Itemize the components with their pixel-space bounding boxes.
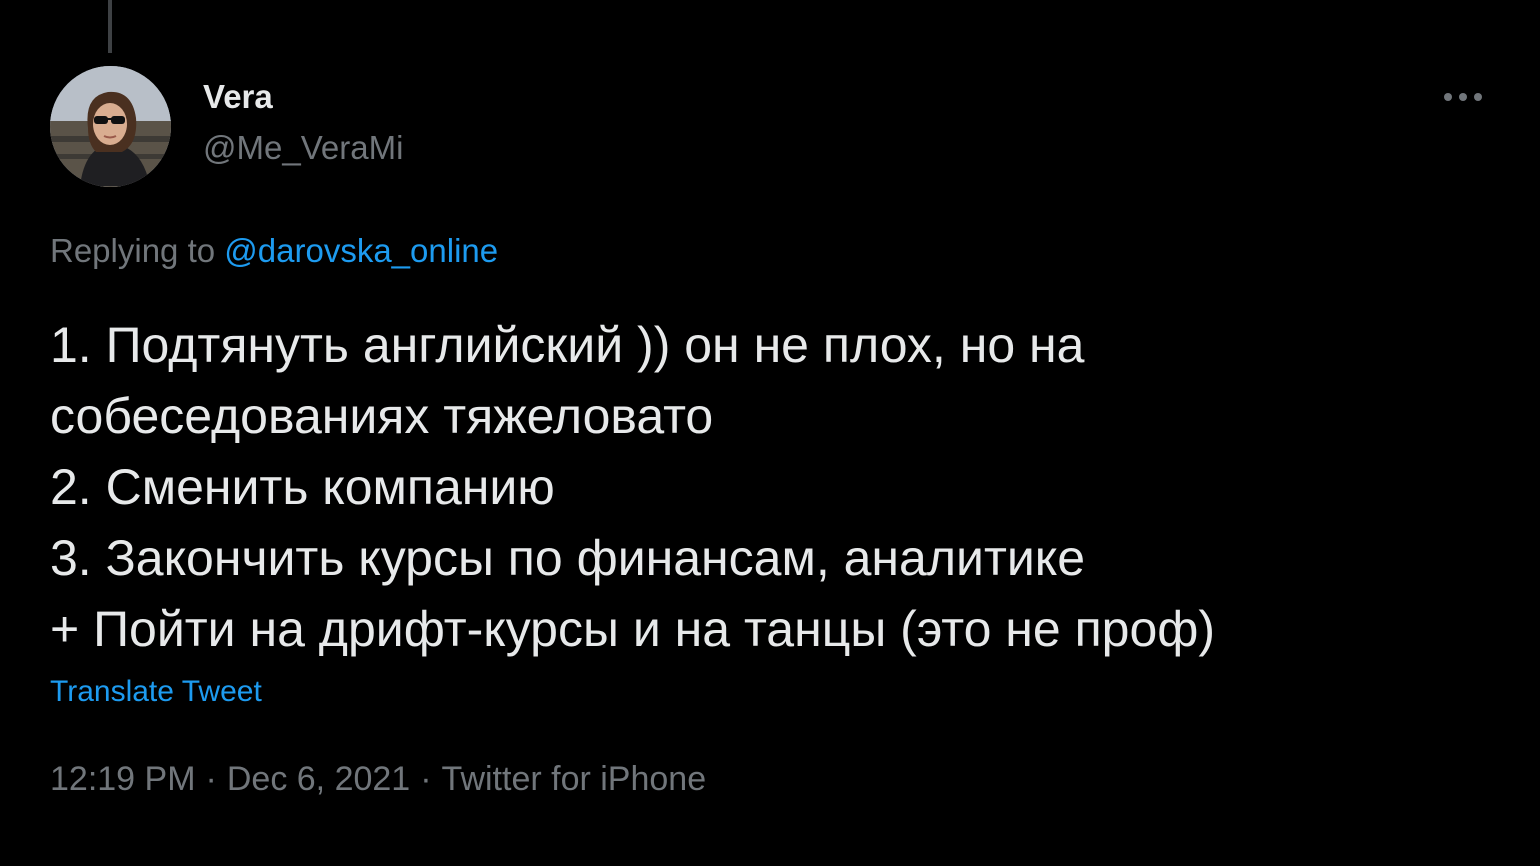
tweet-date[interactable]: Dec 6, 2021: [227, 760, 410, 798]
author-display-name[interactable]: Vera: [203, 78, 273, 116]
replying-to-label: Replying to: [50, 232, 216, 269]
tweet-text-line: 1. Подтянуть английский )) он не плох, н…: [50, 317, 1085, 373]
tweet-text-line: собеседованиях тяжеловато: [50, 388, 714, 444]
more-horizontal-icon: [1444, 93, 1482, 101]
tweet-metadata: 12:19 PM · Dec 6, 2021 · Twitter for iPhone: [50, 760, 706, 799]
meta-separator: ·: [420, 760, 432, 798]
avatar-photo: [50, 66, 171, 187]
tweet-text-line: + Пойти на дрифт-курсы и на танцы (это н…: [50, 601, 1216, 657]
replying-to-line: Replying to @darovska_online: [50, 232, 498, 270]
tweet-text-line: 3. Закончить курсы по финансам, аналитик…: [50, 530, 1086, 586]
tweet-time[interactable]: 12:19 PM: [50, 760, 196, 798]
tweet-text: 1. Подтянуть английский )) он не плох, н…: [50, 310, 1490, 665]
more-options-button[interactable]: [1440, 82, 1486, 112]
tweet-source-link[interactable]: Twitter for iPhone: [442, 760, 707, 798]
thread-connector-line: [108, 0, 112, 53]
reply-mention-link[interactable]: @darovska_online: [224, 232, 498, 269]
translate-tweet-link[interactable]: Translate Tweet: [50, 675, 262, 709]
meta-separator: ·: [205, 760, 217, 798]
tweet-text-line: 2. Сменить компанию: [50, 459, 555, 515]
author-handle[interactable]: @Me_VeraMi: [203, 129, 403, 167]
avatar[interactable]: [50, 66, 171, 187]
